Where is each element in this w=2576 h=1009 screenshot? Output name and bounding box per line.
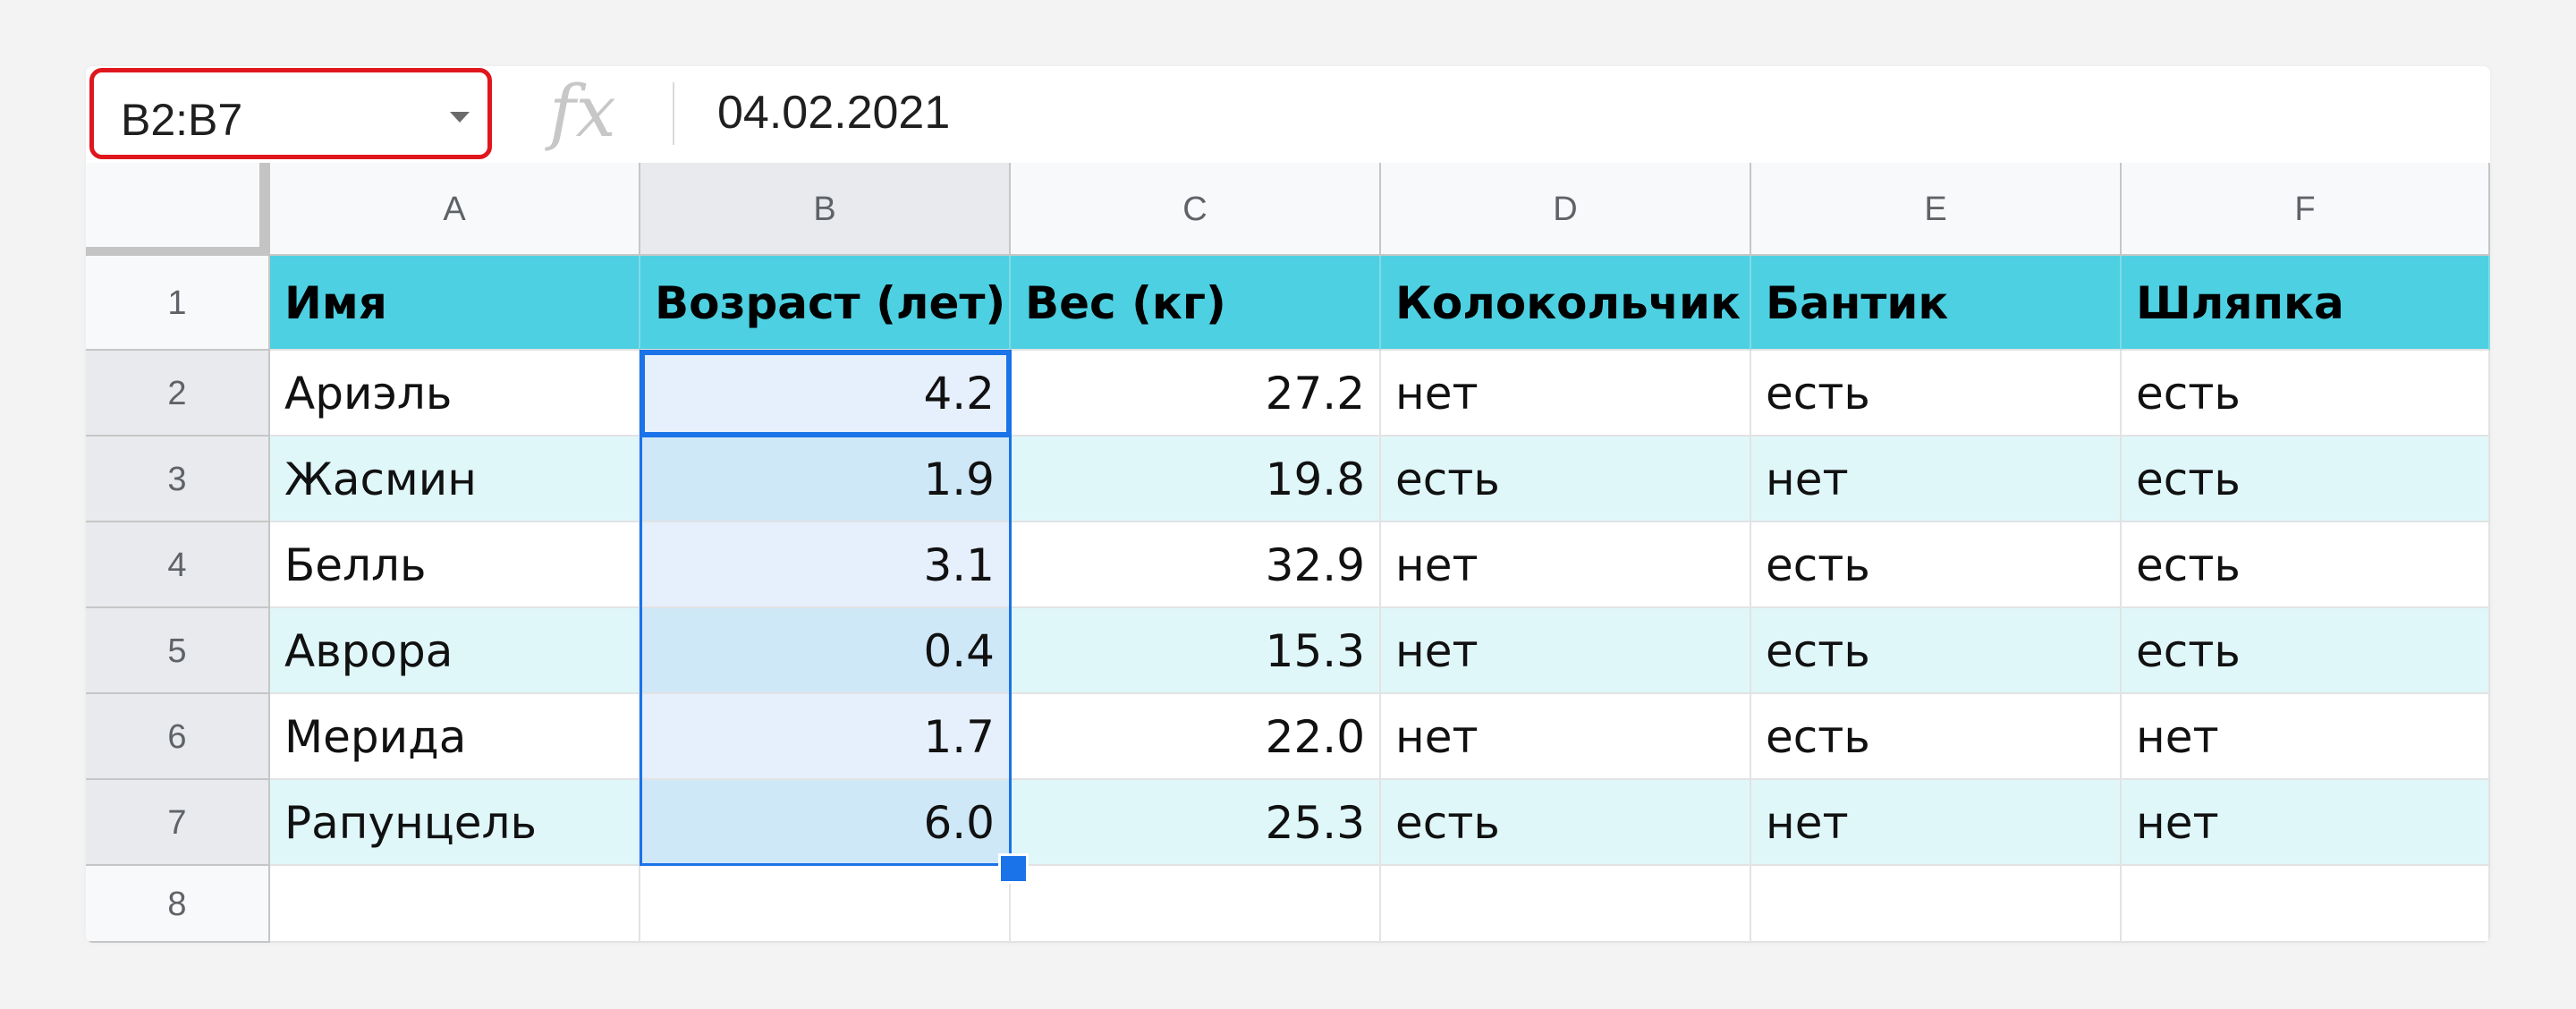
cell-b3[interactable]: 1.9 bbox=[640, 437, 1011, 522]
cell-b4[interactable]: 3.1 bbox=[640, 522, 1011, 608]
header-cell-b[interactable]: Возраст (лет) bbox=[640, 256, 1011, 351]
cell-b8[interactable] bbox=[640, 866, 1011, 943]
cell-d6[interactable]: нет bbox=[1381, 694, 1751, 780]
cell-a3[interactable]: Жасмин bbox=[270, 437, 640, 522]
name-box-value: B2:B7 bbox=[121, 95, 243, 145]
header-cell-c[interactable]: Вес (кг) bbox=[1011, 256, 1381, 351]
header-cell-e[interactable]: Бантик bbox=[1751, 256, 2122, 351]
cell-e5[interactable]: есть bbox=[1751, 608, 2122, 694]
spreadsheet-window: B2:B7 fx 04.02.2021 A B C D E F 1 2 3 4 5 6 7 8 Имя Воз… bbox=[86, 66, 2490, 943]
cell-a2[interactable]: Ариэль bbox=[270, 351, 640, 437]
formula-bar: B2:B7 fx 04.02.2021 bbox=[86, 66, 2490, 165]
column-header-a[interactable]: A bbox=[270, 163, 640, 256]
row-header-3[interactable]: 3 bbox=[86, 437, 270, 522]
cell-f5[interactable]: есть bbox=[2122, 608, 2490, 694]
cell-f6[interactable]: нет bbox=[2122, 694, 2490, 780]
cell-c5[interactable]: 15.3 bbox=[1011, 608, 1381, 694]
cell-e6[interactable]: есть bbox=[1751, 694, 2122, 780]
cell-e7[interactable]: нет bbox=[1751, 780, 2122, 866]
column-header-c[interactable]: C bbox=[1011, 163, 1381, 256]
header-cell-f[interactable]: Шляпка bbox=[2122, 256, 2490, 351]
header-cell-a[interactable]: Имя bbox=[270, 256, 640, 351]
cell-f7[interactable]: нет bbox=[2122, 780, 2490, 866]
cell-c6[interactable]: 22.0 bbox=[1011, 694, 1381, 780]
fx-icon: fx bbox=[549, 70, 616, 153]
column-header-b[interactable]: B bbox=[640, 163, 1011, 256]
cell-d2[interactable]: нет bbox=[1381, 351, 1751, 437]
column-header-e[interactable]: E bbox=[1751, 163, 2122, 256]
cell-f8[interactable] bbox=[2122, 866, 2490, 943]
cell-b6[interactable]: 1.7 bbox=[640, 694, 1011, 780]
cell-e3[interactable]: нет bbox=[1751, 437, 2122, 522]
cell-d8[interactable] bbox=[1381, 866, 1751, 943]
cell-f4[interactable]: есть bbox=[2122, 522, 2490, 608]
cell-d5[interactable]: нет bbox=[1381, 608, 1751, 694]
column-header-d[interactable]: D bbox=[1381, 163, 1751, 256]
cell-f3[interactable]: есть bbox=[2122, 437, 2490, 522]
cell-d3[interactable]: есть bbox=[1381, 437, 1751, 522]
cell-a5[interactable]: Аврора bbox=[270, 608, 640, 694]
cell-c7[interactable]: 25.3 bbox=[1011, 780, 1381, 866]
sheet-grid: A B C D E F 1 2 3 4 5 6 7 8 Имя Возраст (лет) Вес (кг) Ко… bbox=[86, 163, 2490, 943]
cell-c2[interactable]: 27.2 bbox=[1011, 351, 1381, 437]
cell-b7[interactable]: 6.0 bbox=[640, 780, 1011, 866]
formula-input[interactable]: 04.02.2021 bbox=[717, 86, 950, 140]
row-header-1[interactable]: 1 bbox=[86, 256, 270, 351]
cell-c3[interactable]: 19.8 bbox=[1011, 437, 1381, 522]
fill-handle[interactable] bbox=[998, 853, 1029, 884]
header-cell-d[interactable]: Колокольчик bbox=[1381, 256, 1751, 351]
cell-c4[interactable]: 32.9 bbox=[1011, 522, 1381, 608]
cell-a4[interactable]: Белль bbox=[270, 522, 640, 608]
chevron-down-icon[interactable] bbox=[450, 112, 470, 123]
select-all-corner[interactable] bbox=[86, 163, 270, 256]
cell-b5[interactable]: 0.4 bbox=[640, 608, 1011, 694]
cell-b2[interactable]: 4.2 bbox=[640, 351, 1011, 437]
cell-a8[interactable] bbox=[270, 866, 640, 943]
cell-e2[interactable]: есть bbox=[1751, 351, 2122, 437]
row-header-2[interactable]: 2 bbox=[86, 351, 270, 437]
row-header-8[interactable]: 8 bbox=[86, 866, 270, 943]
cell-f2[interactable]: есть bbox=[2122, 351, 2490, 437]
cell-c8[interactable] bbox=[1011, 866, 1381, 943]
cell-d7[interactable]: есть bbox=[1381, 780, 1751, 866]
formula-separator bbox=[673, 82, 674, 145]
row-header-6[interactable]: 6 bbox=[86, 694, 270, 780]
column-header-f[interactable]: F bbox=[2122, 163, 2490, 256]
name-box[interactable]: B2:B7 bbox=[89, 68, 492, 159]
cell-a7[interactable]: Рапунцель bbox=[270, 780, 640, 866]
cell-e4[interactable]: есть bbox=[1751, 522, 2122, 608]
row-header-4[interactable]: 4 bbox=[86, 522, 270, 608]
cell-d4[interactable]: нет bbox=[1381, 522, 1751, 608]
row-header-5[interactable]: 5 bbox=[86, 608, 270, 694]
row-header-7[interactable]: 7 bbox=[86, 780, 270, 866]
cell-a6[interactable]: Мерида bbox=[270, 694, 640, 780]
cell-e8[interactable] bbox=[1751, 866, 2122, 943]
